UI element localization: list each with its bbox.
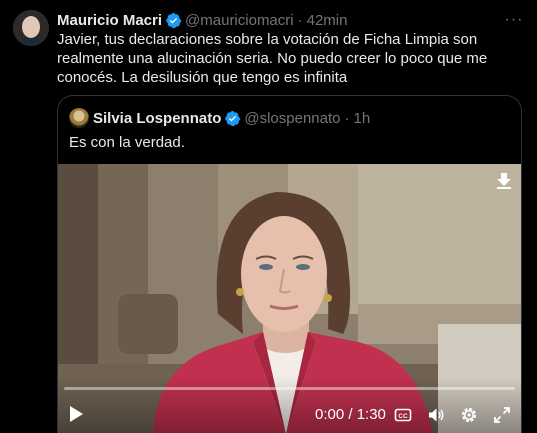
quote-text: Es con la verdad. xyxy=(69,134,185,151)
tweet[interactable]: Mauricio Macri @mauriciomacri · 42min ··… xyxy=(0,0,537,433)
more-options-icon[interactable]: ··· xyxy=(503,10,525,30)
progress-bar[interactable] xyxy=(64,387,515,390)
download-icon[interactable] xyxy=(496,172,512,190)
author-avatar[interactable] xyxy=(13,10,49,46)
quote-author-handle[interactable]: @slospennato xyxy=(244,110,340,127)
quote-author-avatar[interactable] xyxy=(69,108,89,128)
video-player[interactable]: 0:00 / 1:30 CC xyxy=(58,164,521,433)
author-name[interactable]: Mauricio Macri xyxy=(57,12,162,29)
quote-header: Silvia Lospennato @slospennato · 1h xyxy=(69,108,370,128)
verified-badge-icon xyxy=(166,12,182,28)
volume-icon[interactable] xyxy=(427,406,445,424)
tweet-text: Javier, tus declaraciones sobre la votac… xyxy=(57,31,488,86)
svg-text:CC: CC xyxy=(398,413,408,420)
video-controls: 0:00 / 1:30 CC xyxy=(58,376,521,433)
settings-icon[interactable] xyxy=(460,406,478,424)
fullscreen-icon[interactable] xyxy=(493,406,511,424)
play-icon[interactable] xyxy=(68,405,84,423)
separator-dot: · xyxy=(344,109,350,127)
quote-time[interactable]: 1h xyxy=(353,110,370,127)
video-timecode: 0:00 / 1:30 xyxy=(315,406,386,423)
quote-author-name[interactable]: Silvia Lospennato xyxy=(93,110,221,127)
captions-icon[interactable]: CC xyxy=(394,406,412,424)
separator-dot: · xyxy=(297,11,303,29)
tweet-header: Mauricio Macri @mauriciomacri · 42min xyxy=(57,10,347,30)
verified-badge-icon xyxy=(225,110,241,126)
author-handle[interactable]: @mauriciomacri xyxy=(185,12,294,29)
quoted-tweet[interactable]: Silvia Lospennato @slospennato · 1h Es c… xyxy=(57,95,522,433)
tweet-time[interactable]: 42min xyxy=(307,12,348,29)
